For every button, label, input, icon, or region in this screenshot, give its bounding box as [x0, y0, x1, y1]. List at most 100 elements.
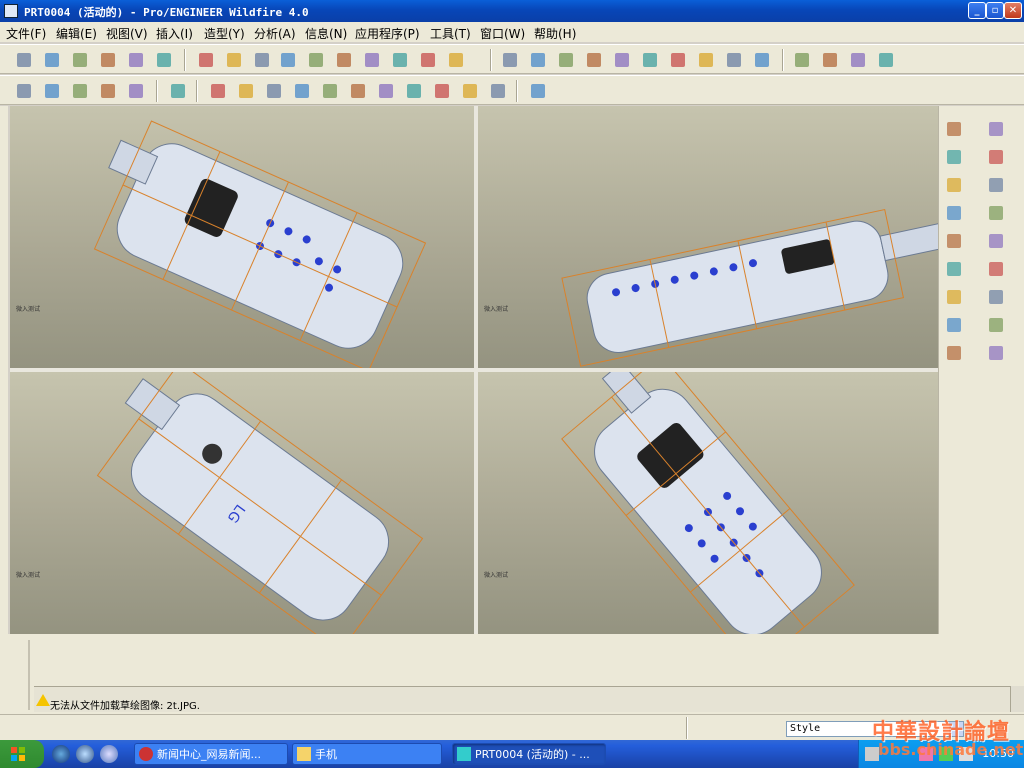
menu-tools[interactable]: 工具(T) — [430, 25, 471, 42]
phone-model-top-right — [561, 208, 938, 367]
print-icon[interactable] — [98, 50, 118, 70]
menu-file[interactable]: 文件(F) — [6, 25, 46, 42]
menu-applications[interactable]: 应用程序(P) — [355, 25, 420, 42]
viewport-bottom-left[interactable]: LG 微入测试 — [10, 372, 474, 634]
delete-all-icon[interactable] — [488, 81, 508, 101]
refit-icon[interactable] — [640, 50, 660, 70]
plane-icon[interactable] — [985, 146, 1007, 168]
message-scrollbar[interactable] — [1010, 686, 1024, 712]
surface-edit-icon[interactable] — [943, 314, 965, 336]
coordinate-icon[interactable] — [985, 258, 1007, 280]
reflection-icon[interactable] — [320, 81, 340, 101]
email-icon[interactable] — [126, 50, 146, 70]
point-icon[interactable] — [985, 230, 1007, 252]
copy-icon[interactable] — [306, 50, 326, 70]
boundary-surface-icon[interactable] — [943, 230, 965, 252]
wireframe-icon[interactable] — [792, 50, 812, 70]
offset-icon[interactable] — [264, 81, 284, 101]
menu-info[interactable]: 信息(N) — [305, 25, 347, 42]
regenerate-icon[interactable] — [252, 50, 272, 70]
trim-icon[interactable] — [943, 286, 965, 308]
shade-analysis-icon[interactable] — [376, 81, 396, 101]
menu-window[interactable]: 窗口(W) — [480, 25, 525, 42]
view-manager-icon[interactable] — [752, 50, 772, 70]
spline-icon[interactable] — [985, 202, 1007, 224]
task-proe[interactable]: PRT0004 (活动的) - ... — [452, 743, 606, 765]
section-icon[interactable] — [236, 81, 256, 101]
plane-tool-icon[interactable] — [943, 146, 965, 168]
reorient-icon[interactable] — [668, 50, 688, 70]
select-arrow-icon[interactable] — [943, 118, 965, 140]
new-icon[interactable] — [14, 50, 34, 70]
zoom-in-icon[interactable] — [584, 50, 604, 70]
menu-help[interactable]: 帮助(H) — [534, 25, 576, 42]
curvature-icon[interactable] — [208, 81, 228, 101]
menu-analysis[interactable]: 分析(A) — [254, 25, 296, 42]
datum-point-display-icon[interactable] — [70, 81, 90, 101]
slope-icon[interactable] — [348, 81, 368, 101]
task-label: 手机 — [315, 748, 337, 761]
task-folder[interactable]: 手机 — [292, 743, 442, 765]
sketch-tool-icon[interactable] — [943, 202, 965, 224]
no-hidden-icon[interactable] — [848, 50, 868, 70]
paste-icon[interactable] — [334, 50, 354, 70]
save-icon[interactable] — [70, 50, 90, 70]
task-news[interactable]: 新闻中心_网易新闻... — [134, 743, 288, 765]
orient-icon[interactable] — [556, 50, 576, 70]
viewport-top-right[interactable]: 微入测试 — [478, 106, 938, 368]
undo-icon[interactable] — [196, 50, 216, 70]
close-button[interactable]: ✕ — [1004, 2, 1022, 19]
shading-icon[interactable] — [876, 50, 896, 70]
maxthon-icon[interactable] — [76, 745, 94, 763]
link-icon[interactable] — [985, 314, 1007, 336]
menu-insert[interactable]: 插入(I) — [156, 25, 193, 42]
email-link-icon[interactable] — [154, 50, 174, 70]
redo-icon[interactable] — [224, 50, 244, 70]
menu-style[interactable]: 造型(Y) — [204, 25, 245, 42]
viewport-bottom-right[interactable]: 微入测试 — [478, 372, 938, 634]
zoom-out-icon[interactable] — [612, 50, 632, 70]
point-offset-icon[interactable] — [985, 286, 1007, 308]
delete-analysis-icon[interactable] — [460, 81, 480, 101]
coordinate-system-display-icon[interactable] — [98, 81, 118, 101]
style-edit-icon[interactable] — [943, 342, 965, 364]
find-icon[interactable] — [418, 50, 438, 70]
ok-check-icon[interactable] — [985, 342, 1007, 364]
taskbar: 新闻中心_网易新闻... 手机 PRT0004 (活动的) - ... 10:5… — [0, 740, 1024, 768]
ie-icon[interactable] — [52, 745, 70, 763]
select-box-icon[interactable] — [446, 50, 466, 70]
saved-views-icon[interactable] — [696, 50, 716, 70]
maximize-button[interactable]: ▫ — [986, 2, 1004, 19]
open-icon[interactable] — [42, 50, 62, 70]
spin-center-icon[interactable] — [528, 50, 548, 70]
isometric-view-icon[interactable] — [168, 81, 188, 101]
start-button[interactable] — [0, 740, 44, 768]
repaint-icon[interactable] — [500, 50, 520, 70]
traffic-light-icon[interactable] — [390, 50, 410, 70]
surface-icon[interactable] — [943, 258, 965, 280]
curve-analysis-icon[interactable] — [404, 81, 424, 101]
context-help-icon[interactable] — [528, 81, 548, 101]
datum-axis-display-icon[interactable] — [42, 81, 62, 101]
keyboard-icon[interactable] — [865, 747, 879, 761]
viewport-top-left[interactable]: 微入测试 — [10, 106, 474, 368]
annotation-display-icon[interactable] — [126, 81, 146, 101]
layers-icon[interactable] — [724, 50, 744, 70]
display-toolbar — [0, 75, 1024, 105]
cut-icon[interactable] — [278, 50, 298, 70]
draft-icon[interactable] — [292, 81, 312, 101]
viewport-label: 微入测试 — [16, 306, 41, 313]
axis-icon[interactable] — [985, 174, 1007, 196]
left-splitter[interactable] — [0, 106, 8, 634]
paste-special-icon[interactable] — [362, 50, 382, 70]
surface-analysis-icon[interactable] — [432, 81, 452, 101]
viewport-horizontal-splitter[interactable] — [10, 368, 938, 372]
messenger-icon[interactable] — [100, 745, 118, 763]
curve-tool-icon[interactable] — [943, 174, 965, 196]
hidden-line-icon[interactable] — [820, 50, 840, 70]
menu-view[interactable]: 视图(V) — [106, 25, 148, 42]
surface-curve-icon[interactable] — [985, 118, 1007, 140]
datum-plane-display-icon[interactable] — [14, 81, 34, 101]
minimize-button[interactable]: _ — [968, 2, 986, 19]
menu-edit[interactable]: 编辑(E) — [56, 25, 97, 42]
